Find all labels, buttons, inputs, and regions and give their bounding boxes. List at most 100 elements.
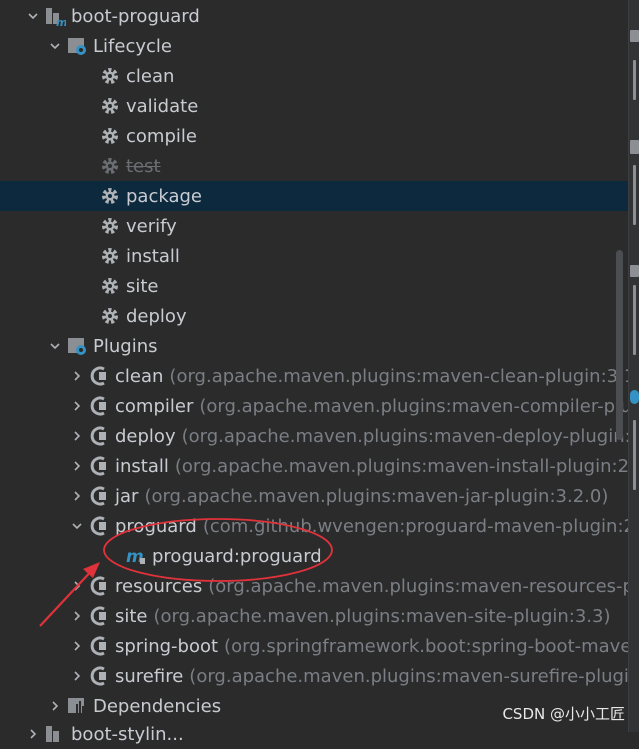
gear-icon bbox=[99, 185, 121, 207]
maven-tool-icon[interactable] bbox=[630, 30, 639, 42]
lifecycle-phase-install[interactable]: install bbox=[0, 241, 628, 271]
gear-icon bbox=[99, 305, 121, 327]
lifecycle-phase-compile[interactable]: compile bbox=[0, 121, 628, 151]
project-label: boot-proguard bbox=[71, 5, 200, 27]
gear-icon bbox=[99, 65, 121, 87]
plugin-name: install bbox=[115, 455, 169, 477]
tool-window-label[interactable] bbox=[633, 420, 636, 490]
plugin-item-surefire[interactable]: surefire (org.apache.maven.plugins:maven… bbox=[0, 661, 628, 691]
plugin-item-install[interactable]: install (org.apache.maven.plugins:maven-… bbox=[0, 451, 628, 481]
watermark: CSDN @小小工匠 bbox=[502, 705, 625, 723]
plugin-item-resources[interactable]: resources (org.apache.maven.plugins:mave… bbox=[0, 571, 628, 601]
lifecycle-phase-deploy[interactable]: deploy bbox=[0, 301, 628, 331]
plugin-item-deploy[interactable]: deploy (org.apache.maven.plugins:maven-d… bbox=[0, 421, 628, 451]
chevron-down-icon[interactable] bbox=[44, 31, 66, 61]
plugin-item-compiler[interactable]: compiler (org.apache.maven.plugins:maven… bbox=[0, 391, 628, 421]
plugin-coordinates: (org.apache.maven.plugins:maven-site-plu… bbox=[153, 605, 611, 627]
chevron-right-icon[interactable] bbox=[66, 661, 88, 691]
svg-text:m: m bbox=[56, 16, 66, 27]
plugin-goal-proguard-proguard[interactable]: m proguard:proguard bbox=[0, 541, 628, 571]
chevron-right-icon[interactable] bbox=[66, 421, 88, 451]
plugin-coordinates: (org.springframework.boot:spring-boot-ma… bbox=[224, 635, 628, 657]
plugin-coordinates: (org.apache.maven.plugins:maven-compiler… bbox=[199, 395, 628, 417]
plugin-item-proguard[interactable]: proguard (com.github.wvengen:proguard-ma… bbox=[0, 511, 628, 541]
lifecycle-phase-package[interactable]: package bbox=[0, 181, 628, 211]
plugin-coordinates: (org.apache.maven.plugins:maven-deploy-p… bbox=[181, 425, 628, 447]
tree-row-lifecycle[interactable]: Lifecycle bbox=[0, 31, 628, 61]
chevron-right-icon[interactable] bbox=[66, 631, 88, 661]
maven-plugin-icon bbox=[88, 365, 110, 387]
tool-window-label[interactable] bbox=[633, 165, 636, 225]
chevron-right-icon[interactable] bbox=[66, 571, 88, 601]
phase-label: deploy bbox=[126, 305, 187, 327]
plugin-name: clean bbox=[115, 365, 164, 387]
plugin-name: proguard bbox=[115, 515, 197, 537]
plugin-name: compiler bbox=[115, 395, 194, 417]
chevron-down-icon[interactable] bbox=[66, 511, 88, 541]
lifecycle-phase-verify[interactable]: verify bbox=[0, 211, 628, 241]
chevron-right-icon[interactable] bbox=[66, 391, 88, 421]
chevron-right-icon[interactable] bbox=[66, 361, 88, 391]
plugin-name: site bbox=[115, 605, 148, 627]
phase-label: test bbox=[126, 155, 161, 177]
goal-label: proguard:proguard bbox=[152, 545, 322, 567]
lifecycle-folder-icon bbox=[66, 35, 88, 57]
phase-label: compile bbox=[126, 125, 197, 147]
maven-plugin-icon bbox=[88, 575, 110, 597]
chevron-down-icon[interactable] bbox=[44, 331, 66, 361]
plugin-coordinates: (org.apache.maven.plugins:maven-resource… bbox=[208, 575, 628, 597]
project-label: boot-stylin... bbox=[71, 723, 184, 745]
tool-window-label[interactable] bbox=[633, 60, 636, 100]
plugin-name: resources bbox=[115, 575, 203, 597]
chevron-down-icon[interactable] bbox=[22, 1, 44, 31]
gear-icon bbox=[99, 245, 121, 267]
phase-label: validate bbox=[126, 95, 199, 117]
plugin-name: spring-boot bbox=[115, 635, 219, 657]
maven-plugin-icon bbox=[88, 635, 110, 657]
lifecycle-phase-clean[interactable]: clean bbox=[0, 61, 628, 91]
maven-tree: m boot-proguard Lifecycle clean bbox=[0, 0, 639, 745]
chevron-right-icon[interactable] bbox=[66, 451, 88, 481]
plugin-item-site[interactable]: site (org.apache.maven.plugins:maven-sit… bbox=[0, 601, 628, 631]
plugin-name: deploy bbox=[115, 425, 176, 447]
maven-project-icon: m bbox=[44, 5, 66, 27]
tree-scrollbar[interactable] bbox=[616, 250, 623, 440]
dependencies-label: Dependencies bbox=[93, 695, 222, 717]
lifecycle-phase-site[interactable]: site bbox=[0, 271, 628, 301]
lifecycle-phase-test[interactable]: test bbox=[0, 151, 628, 181]
plugin-item-jar[interactable]: jar (org.apache.maven.plugins:maven-jar-… bbox=[0, 481, 628, 511]
tool-icon[interactable] bbox=[630, 265, 639, 277]
plugin-coordinates: (org.apache.maven.plugins:maven-jar-plug… bbox=[144, 485, 609, 507]
maven-plugin-icon bbox=[88, 425, 110, 447]
maven-plugin-icon bbox=[88, 605, 110, 627]
gear-icon bbox=[99, 215, 121, 237]
plugin-name: jar bbox=[115, 485, 139, 507]
chevron-right-icon[interactable] bbox=[66, 601, 88, 631]
database-tool-icon[interactable] bbox=[630, 140, 639, 154]
plugins-folder-icon bbox=[66, 335, 88, 357]
plugin-coordinates: (org.apache.maven.plugins:maven-clean-pl… bbox=[169, 365, 628, 387]
chevron-right-icon[interactable] bbox=[22, 719, 44, 749]
tree-row-plugins[interactable]: Plugins bbox=[0, 331, 628, 361]
plugin-item-clean[interactable]: clean (org.apache.maven.plugins:maven-cl… bbox=[0, 361, 628, 391]
phase-label: package bbox=[126, 185, 202, 207]
maven-plugin-icon bbox=[88, 515, 110, 537]
maven-project-icon bbox=[44, 723, 66, 745]
plugin-coordinates: (com.github.wvengen:proguard-maven-plugi… bbox=[202, 515, 628, 537]
globe-icon[interactable] bbox=[630, 390, 639, 404]
tool-window-label[interactable] bbox=[633, 285, 636, 355]
tree-row-project[interactable]: m boot-proguard bbox=[0, 1, 628, 31]
gear-icon bbox=[99, 275, 121, 297]
lifecycle-phase-validate[interactable]: validate bbox=[0, 91, 628, 121]
chevron-right-icon[interactable] bbox=[66, 481, 88, 511]
maven-plugin-icon bbox=[88, 665, 110, 687]
plugin-item-spring-boot[interactable]: spring-boot (org.springframework.boot:sp… bbox=[0, 631, 628, 661]
plugin-coordinates: (org.apache.maven.plugins:maven-surefire… bbox=[189, 665, 628, 687]
plugin-name: surefire bbox=[115, 665, 184, 687]
right-tool-strip bbox=[628, 0, 639, 732]
maven-plugin-icon bbox=[88, 485, 110, 507]
chevron-right-icon[interactable] bbox=[44, 691, 66, 721]
maven-plugin-icon bbox=[88, 395, 110, 417]
plugin-coordinates: (org.apache.maven.plugins:maven-install-… bbox=[174, 455, 628, 477]
gear-icon bbox=[99, 95, 121, 117]
